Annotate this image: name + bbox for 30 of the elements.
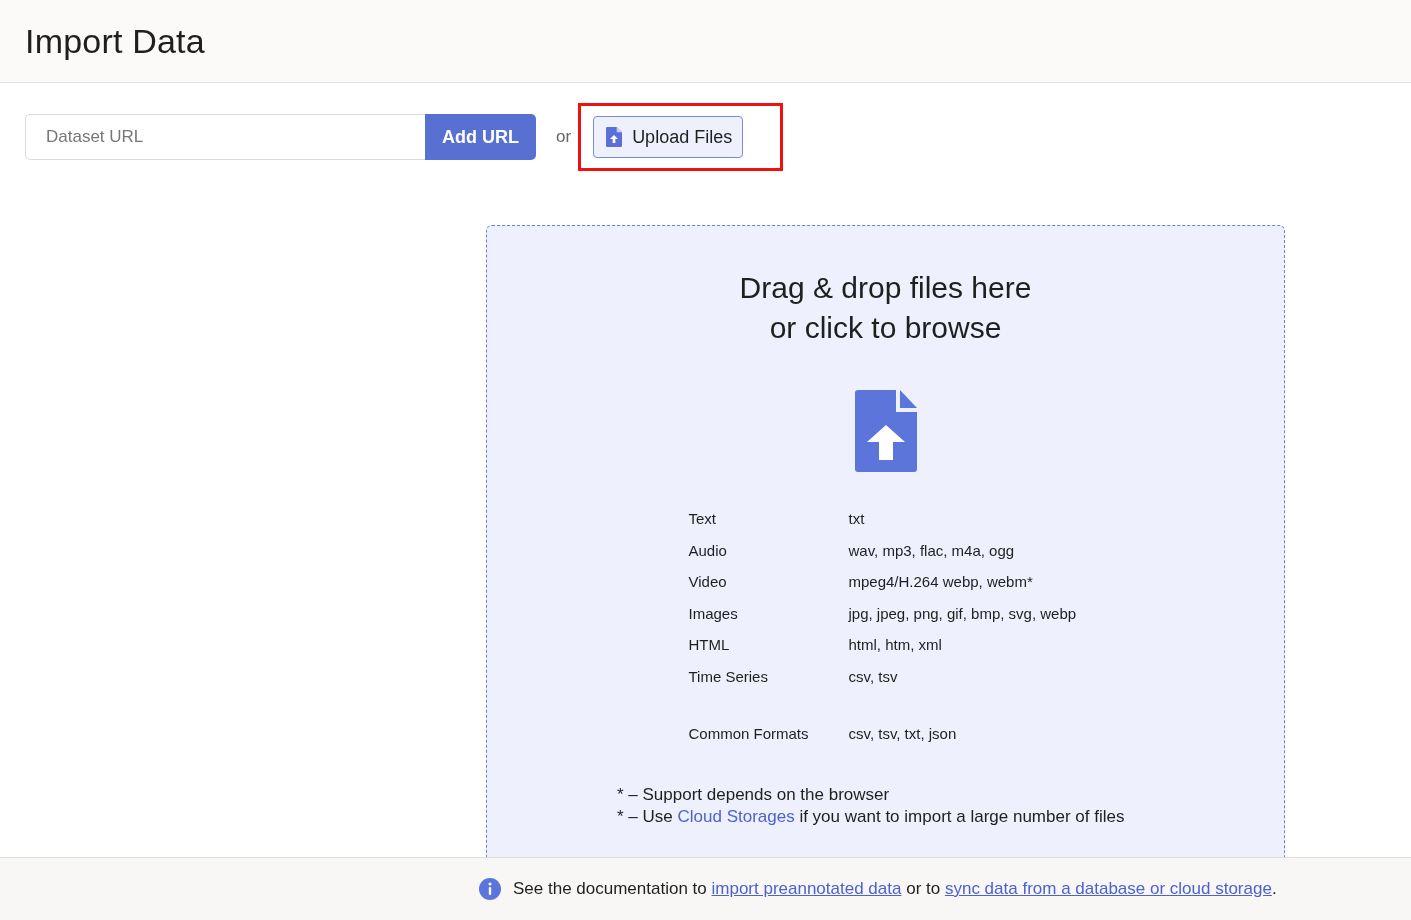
format-extensions: html, htm, xml xyxy=(848,636,943,655)
or-label: or xyxy=(556,127,572,147)
format-extensions: csv, tsv xyxy=(848,667,899,686)
info-icon xyxy=(479,878,501,900)
url-input-field[interactable]: Dataset URL xyxy=(25,114,425,160)
drop-zone[interactable] xyxy=(486,225,1285,857)
format-type: Time Series xyxy=(688,667,769,686)
format-type: HTML xyxy=(688,636,731,655)
format-type: Images xyxy=(688,604,739,623)
upload-files-button[interactable]: Upload Files xyxy=(593,116,744,158)
format-type: Common Formats xyxy=(688,725,810,744)
format-extensions: mpeg4/H.264 webp, webm* xyxy=(848,573,1034,592)
format-type: Audio xyxy=(688,541,728,560)
file-upload-icon xyxy=(606,127,623,147)
format-extensions: txt xyxy=(848,510,866,529)
sync-data-link[interactable]: sync data from a database or cloud storage xyxy=(944,879,1272,898)
format-extensions: jpg, jpeg, png, gif, bmp, svg, webp xyxy=(848,604,1078,623)
footnote: * – Use Cloud Storages if you want to import a large number of files xyxy=(617,805,1125,828)
format-type: Text xyxy=(688,510,717,529)
page-title: Import Data xyxy=(25,21,205,61)
format-extensions: wav, mp3, flac, m4a, ogg xyxy=(848,541,1016,560)
format-type: Video xyxy=(688,573,728,592)
cloud-storages-link[interactable]: Cloud Storages xyxy=(677,806,795,826)
format-extensions: csv, tsv, txt, json xyxy=(848,725,958,744)
documentation-note: See the documentation to import preannotated data or to sync data from a database or cloud storage. xyxy=(513,879,1277,899)
drop-heading: Drag & drop files here or click to browse xyxy=(739,270,1032,346)
footnote: * – Support depends on the browser xyxy=(617,783,891,806)
preannotated-data-link[interactable]: import preannotated data xyxy=(711,879,902,898)
add-url-button[interactable]: Add URL xyxy=(425,114,536,160)
file-upload-icon xyxy=(854,390,917,472)
